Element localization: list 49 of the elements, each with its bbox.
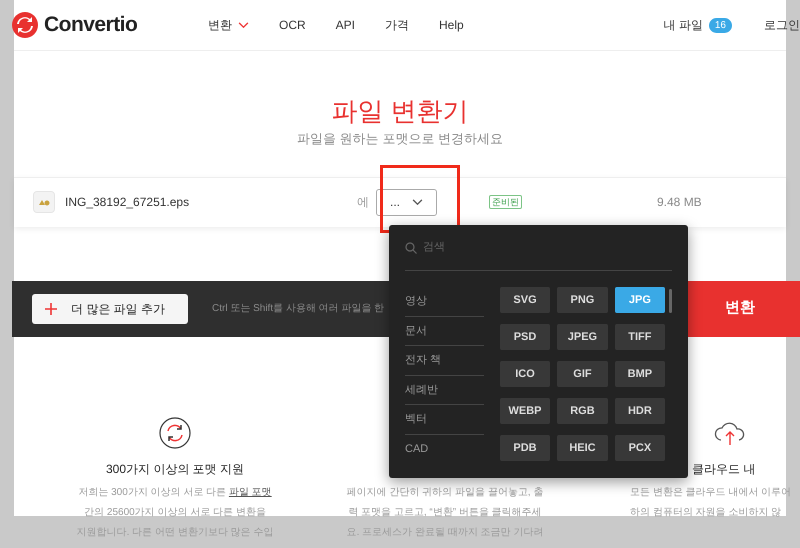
- add-files-button[interactable]: 더 많은 파일 추가: [32, 294, 188, 324]
- nav-label: 변환: [208, 16, 249, 34]
- category-item[interactable]: CAD: [405, 434, 484, 464]
- format-option[interactable]: PNG: [557, 287, 608, 313]
- nav-label: 가격: [385, 17, 410, 34]
- category-item[interactable]: 벡터: [405, 405, 484, 434]
- search-input[interactable]: 검색: [423, 239, 623, 256]
- category-item[interactable]: 세례반: [405, 376, 484, 405]
- format-option[interactable]: ICO: [500, 361, 550, 387]
- format-option[interactable]: TIFF: [614, 324, 666, 350]
- page-title: 파일 변환기: [331, 95, 469, 127]
- format-option[interactable]: HDR: [614, 398, 666, 424]
- login-link[interactable]: 로그인: [764, 16, 800, 34]
- search-icon: [405, 242, 417, 254]
- format-select[interactable]: ...: [376, 188, 437, 216]
- page-subtitle: 파일을 원하는 포맷으로 변경하세요: [297, 130, 503, 148]
- hint-text: Ctrl 또는 Shift를 사용해 여러 파일을 한: [212, 302, 384, 316]
- chevron-icon: [238, 22, 249, 28]
- to-label: 에: [357, 194, 370, 211]
- nav-label: OCR: [279, 17, 306, 34]
- format-option[interactable]: BMP: [614, 361, 666, 387]
- format-option[interactable]: GIF: [557, 361, 608, 387]
- my-files-link[interactable]: 내 파일: [664, 16, 703, 34]
- format-option[interactable]: PCX: [614, 435, 666, 461]
- feature-description: 모든 변환은 클라우드 내에서 이루어 하의 컴퓨터의 자원을 소비하지 않: [630, 486, 792, 520]
- plus-icon: [45, 302, 57, 314]
- logo-text: Convertio: [44, 12, 138, 38]
- format-option[interactable]: JPEG: [557, 324, 608, 350]
- format-option[interactable]: HEIC: [557, 435, 608, 461]
- category-item[interactable]: 영상: [405, 287, 484, 316]
- category-item[interactable]: 문서: [405, 316, 484, 346]
- format-option[interactable]: RGB: [557, 398, 608, 424]
- format-option[interactable]: WEBP: [500, 398, 550, 424]
- nav-label: Help: [439, 17, 464, 34]
- format-option[interactable]: SVG: [500, 287, 550, 313]
- file-size: 9.48 MB: [657, 194, 702, 211]
- nav-label: API: [336, 17, 356, 34]
- refresh-icon: [159, 416, 191, 448]
- format-option[interactable]: PSD: [500, 324, 550, 350]
- category-item[interactable]: 전자 책: [405, 346, 484, 376]
- status-badge: 준비된: [489, 195, 522, 209]
- cloud-upload-icon: [713, 420, 747, 446]
- file-name: ING_38192_67251.eps: [65, 194, 190, 211]
- feature-title: 클라우드 내: [692, 460, 756, 476]
- file-count-badge: 16: [708, 18, 732, 32]
- format-option[interactable]: PDB: [500, 435, 550, 461]
- feature-title: 300가지 이상의 포맷 지원: [106, 460, 244, 476]
- chevron-icon: [412, 198, 423, 206]
- file-icon: [33, 191, 55, 213]
